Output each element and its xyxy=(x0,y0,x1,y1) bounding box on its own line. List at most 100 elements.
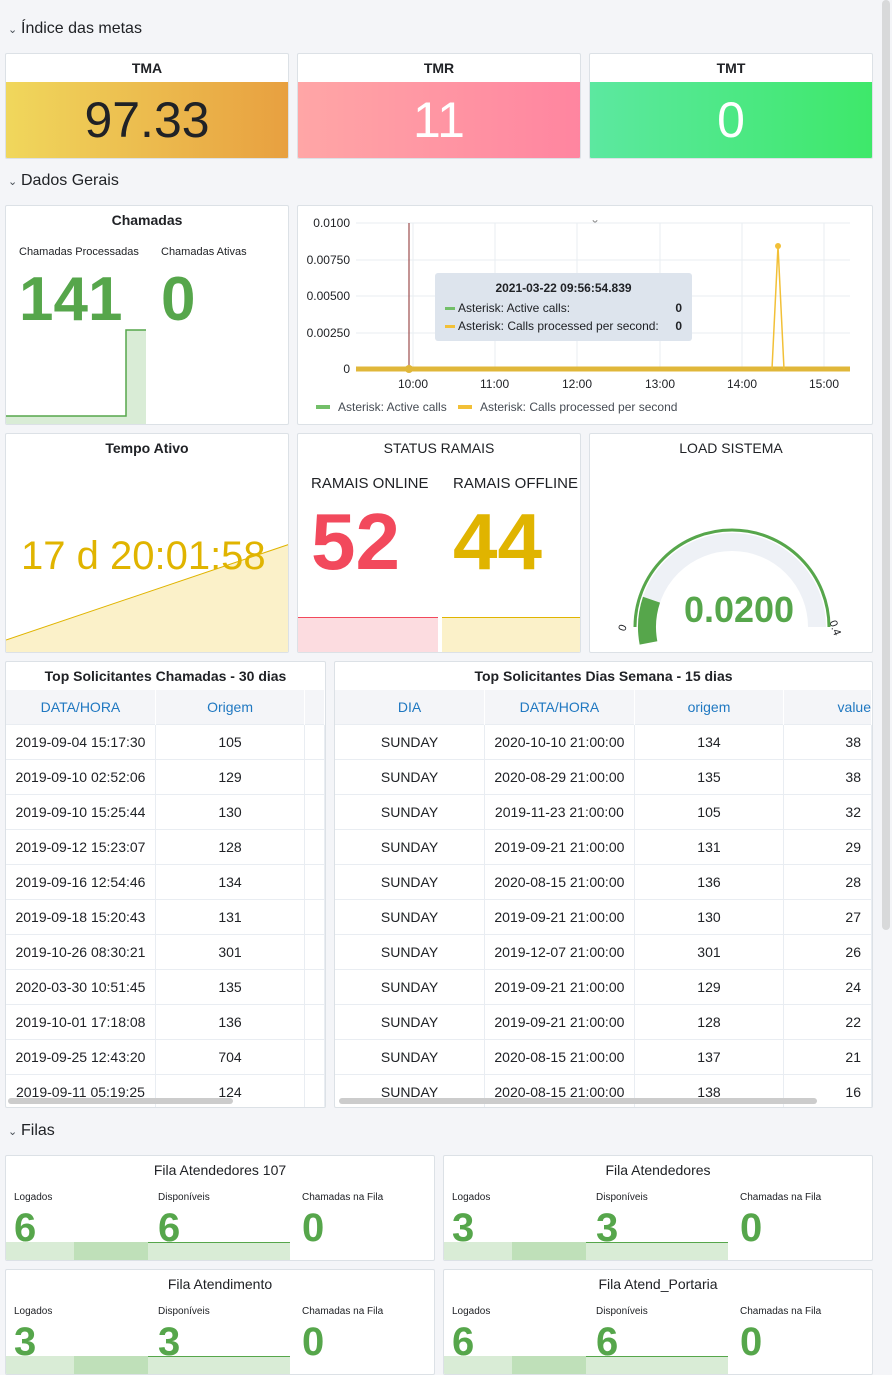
value-chamadas-na-fila: 0 xyxy=(302,1320,325,1364)
cell-origem: 130 xyxy=(155,793,306,829)
legend-swatch xyxy=(445,324,455,328)
panel-status-ramais: STATUS RAMAIS RAMAIS ONLINE RAMAIS OFFLI… xyxy=(297,433,581,653)
y-tick: 0.00250 xyxy=(306,326,350,340)
value-logados: 3 xyxy=(14,1320,37,1364)
value-disponiveis: 3 xyxy=(596,1206,619,1250)
cell-dia: SUNDAY xyxy=(335,1038,486,1074)
table-row: 2019-10-26 08:30:21 301 xyxy=(6,933,325,969)
table-row: 2019-09-04 15:17:30 105 xyxy=(6,723,325,759)
cell-origem: 131 xyxy=(634,828,785,864)
cell-extra xyxy=(304,968,325,1004)
column-header-origem[interactable]: Origem xyxy=(155,690,306,724)
tooltip-time: 2021-03-22 09:56:54.839 xyxy=(495,281,632,295)
cell-value: 38 xyxy=(783,758,872,794)
label-disponiveis: Disponíveis xyxy=(158,1192,210,1203)
panel-fila: Fila Atendedores 107 Logados Disponíveis Ch… xyxy=(5,1155,435,1261)
panel-tmr: TMR 11 xyxy=(297,53,581,159)
table-header-row: DATA/HORA Origem xyxy=(6,690,325,724)
panel-title-top15: Top Solicitantes Dias Semana - 15 dias xyxy=(474,668,733,684)
row-header-filas[interactable]: ⌄ Filas xyxy=(8,1122,55,1140)
value-load: 0.0200 xyxy=(683,589,795,630)
cell-origem: 704 xyxy=(155,1038,306,1074)
tooltip-row: Asterisk: Calls processed per second: 0 xyxy=(445,319,682,333)
cell-data-hora: 2019-09-21 21:00:00 xyxy=(484,828,635,864)
cell-extra xyxy=(304,828,325,864)
column-header-origem[interactable]: origem xyxy=(634,690,785,724)
label-logados: Logados xyxy=(14,1306,53,1317)
cell-dia: SUNDAY xyxy=(335,723,486,759)
y-tick: 0.00500 xyxy=(306,289,350,303)
chevron-down-icon: ⌄ xyxy=(8,23,18,36)
cell-extra xyxy=(304,1003,325,1039)
cell-value: 22 xyxy=(783,1003,872,1039)
cell-dia: SUNDAY xyxy=(335,793,486,829)
stat-tmr-value: 11 xyxy=(298,82,580,158)
horizontal-scrollbar[interactable] xyxy=(8,1098,233,1104)
cell-data-hora: 2019-11-23 21:00:00 xyxy=(484,793,635,829)
x-tick: 14:00 xyxy=(727,377,758,391)
legend-active-calls[interactable]: Asterisk: Active calls xyxy=(316,400,447,414)
table-row: 2019-09-12 15:23:07 128 xyxy=(6,828,325,864)
table-top30: DATA/HORA Origem 2019-09-04 15:17:30 105 2… xyxy=(6,690,325,1107)
cell-value: 29 xyxy=(783,828,872,864)
legend-swatch xyxy=(458,405,472,409)
value-logados: 6 xyxy=(452,1320,475,1364)
horizontal-scrollbar[interactable] xyxy=(339,1098,817,1104)
stat-tmt-value: 0 xyxy=(590,82,872,158)
table-row: SUNDAY 2020-08-29 21:00:00 135 38 xyxy=(335,758,872,794)
column-header-data-hora[interactable]: DATA/HORA xyxy=(6,690,156,724)
legend-swatch xyxy=(316,405,330,409)
value-tempo-ativo: 17 d 20:01:58 xyxy=(21,534,266,578)
cell-origem: 301 xyxy=(155,933,306,969)
chevron-down-icon: ⌄ xyxy=(8,175,18,188)
table-row: SUNDAY 2019-09-21 21:00:00 131 29 xyxy=(335,828,872,864)
legend-label: Asterisk: Calls processed per second xyxy=(480,400,678,414)
cell-extra xyxy=(304,793,325,829)
panel-title-tmt: TMT xyxy=(716,60,746,76)
label-chamadas-na-fila: Chamadas na Fila xyxy=(740,1306,822,1317)
value-ramais-online: 52 xyxy=(311,497,400,586)
x-tick: 11:00 xyxy=(480,377,510,391)
cell-data-hora: 2019-09-18 15:20:43 xyxy=(6,898,156,934)
cell-origem: 105 xyxy=(155,723,306,759)
table-row: 2019-09-10 15:25:44 130 xyxy=(6,793,325,829)
column-header-value[interactable]: value xyxy=(783,690,872,724)
row-header-metas[interactable]: ⌄ Índice das metas xyxy=(8,20,142,38)
panel-title-fila: Fila Atendimento xyxy=(167,1276,273,1292)
label-ramais-online: RAMAIS ONLINE xyxy=(311,475,429,492)
cell-data-hora: 2019-12-07 21:00:00 xyxy=(484,933,635,969)
x-tick: 13:00 xyxy=(645,377,676,391)
page-scrollbar[interactable] xyxy=(882,0,890,930)
cell-data-hora: 2020-08-29 21:00:00 xyxy=(484,758,635,794)
cell-data-hora: 2019-10-26 08:30:21 xyxy=(6,933,156,969)
cell-value: 32 xyxy=(783,793,872,829)
panel-asterisk-graph: ⌄ 0.0100 0.00750 0.00500 0.00250 0 10:00… xyxy=(297,205,873,425)
cell-origem: 137 xyxy=(634,1038,785,1074)
cell-origem: 129 xyxy=(634,968,785,1004)
cell-data-hora: 2020-08-15 21:00:00 xyxy=(484,1038,635,1074)
cell-origem: 136 xyxy=(634,863,785,899)
value-ramais-offline: 44 xyxy=(453,497,542,586)
ramais-online-spark xyxy=(298,617,438,652)
table-row: SUNDAY 2019-09-21 21:00:00 128 22 xyxy=(335,1003,872,1039)
cell-dia: SUNDAY xyxy=(335,898,486,934)
tooltip-label: Asterisk: Calls processed per second: xyxy=(458,319,659,333)
label-logados: Logados xyxy=(14,1192,53,1203)
table-row: 2019-10-01 17:18:08 136 xyxy=(6,1003,325,1039)
row-title-gerais: Dados Gerais xyxy=(21,172,119,189)
legend-calls-processed[interactable]: Asterisk: Calls processed per second xyxy=(458,400,677,414)
table-row: SUNDAY 2020-08-15 21:00:00 136 28 xyxy=(335,863,872,899)
column-header-data-hora[interactable]: DATA/HORA xyxy=(484,690,635,724)
row-title-filas: Filas xyxy=(21,1122,55,1139)
column-header-dia[interactable]: DIA xyxy=(335,690,486,724)
cell-extra xyxy=(304,758,325,794)
table-header-row: DIA DATA/HORA origem value xyxy=(335,690,872,724)
cell-origem: 134 xyxy=(634,723,785,759)
panel-fila: Fila Atend_Portaria Logados Disponíveis Cha… xyxy=(443,1269,873,1375)
panel-title-fila: Fila Atendedores xyxy=(605,1162,711,1178)
row-header-gerais[interactable]: ⌄ Dados Gerais xyxy=(8,172,119,190)
fila-spark xyxy=(74,1356,148,1374)
cell-origem: 130 xyxy=(634,898,785,934)
cell-extra xyxy=(304,863,325,899)
table-row: SUNDAY 2020-10-10 21:00:00 134 38 xyxy=(335,723,872,759)
